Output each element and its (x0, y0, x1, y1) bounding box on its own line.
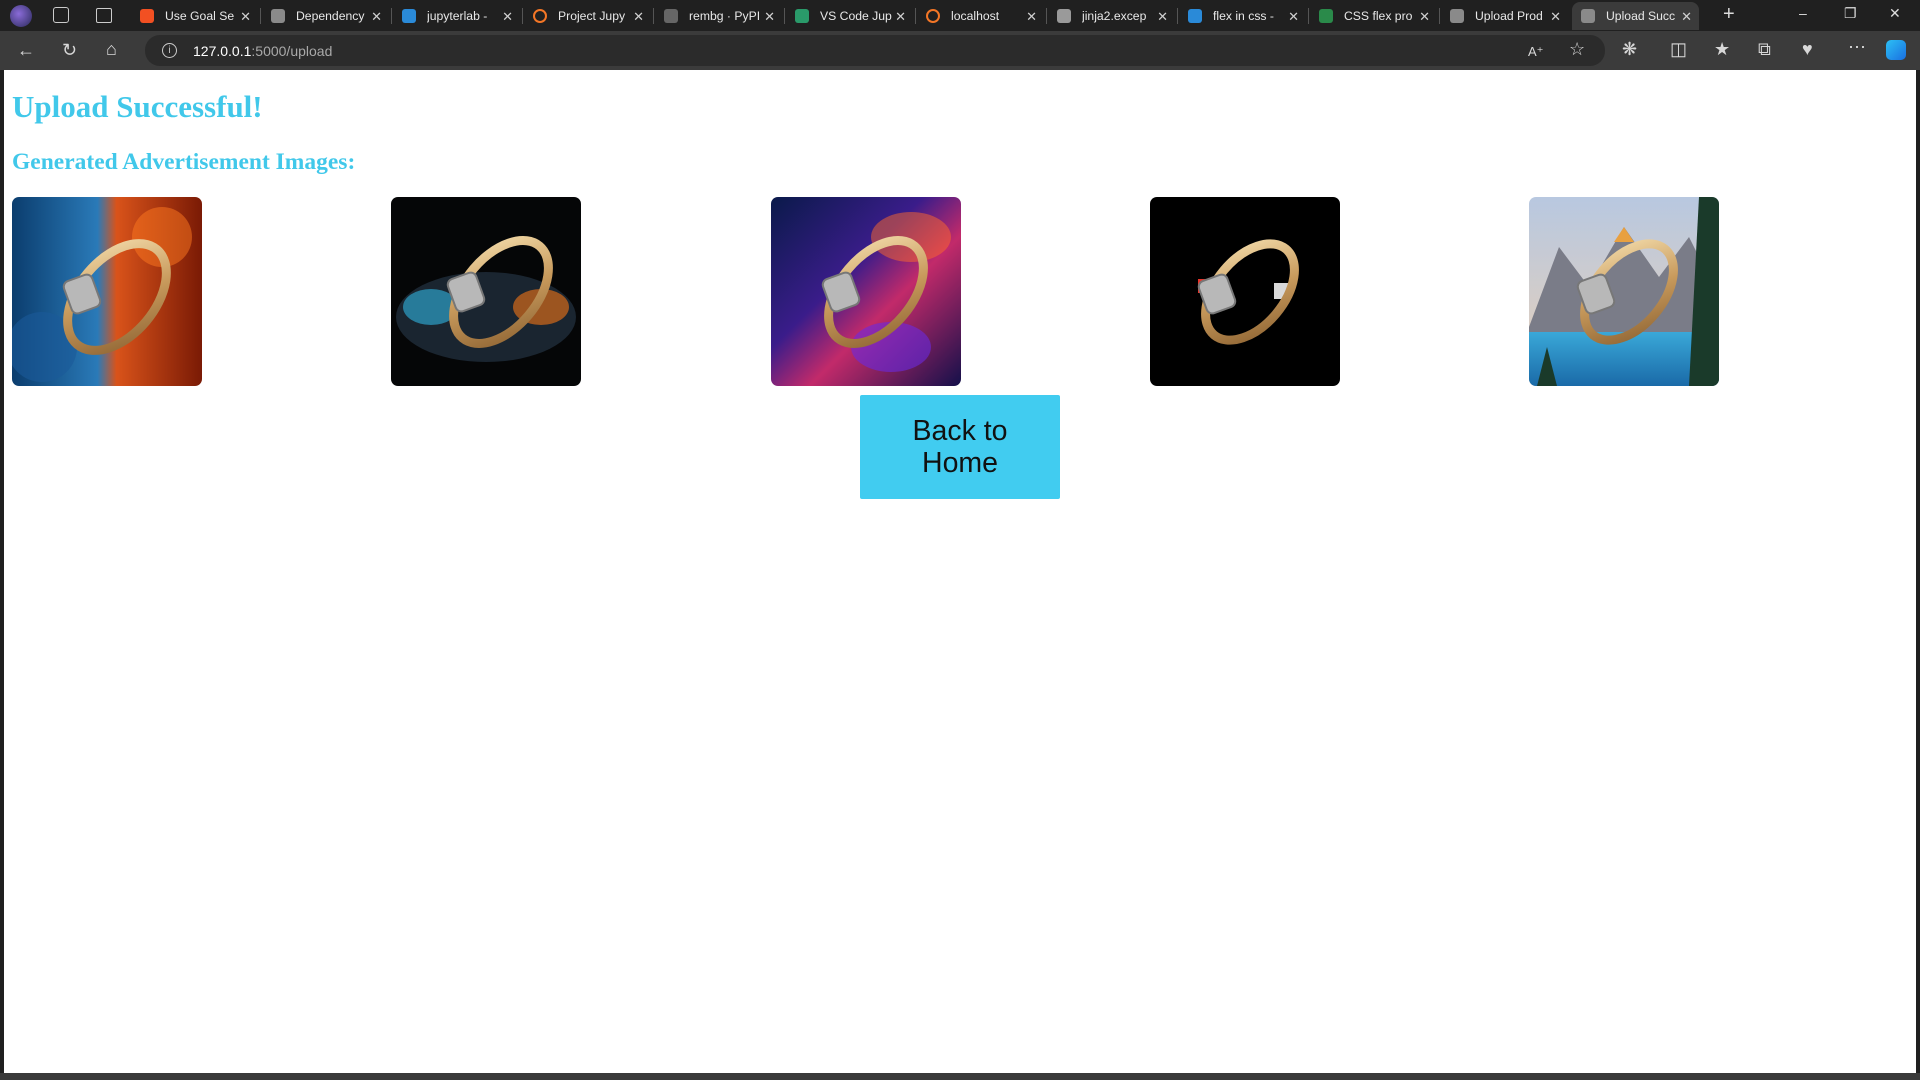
tab-title: Upload Prod (1475, 9, 1543, 23)
terminal-icon (1057, 9, 1071, 23)
microsoft-icon (140, 9, 154, 23)
close-tab-icon[interactable]: ✕ (1288, 9, 1299, 25)
collections-icon[interactable]: ⧉ (1758, 40, 1771, 58)
browser-tab-4[interactable]: Project Jupy ✕ (524, 2, 651, 30)
tab-separator (653, 8, 654, 24)
home-icon[interactable]: ⌂ (106, 40, 117, 58)
workspaces-icon[interactable] (53, 7, 69, 23)
profile-avatar[interactable] (10, 5, 32, 27)
tab-title: Upload Succ (1606, 9, 1676, 23)
close-tab-icon[interactable]: ✕ (371, 9, 382, 25)
close-tab-icon[interactable]: ✕ (1157, 9, 1168, 25)
tab-separator (391, 8, 392, 24)
vscode-icon (795, 9, 809, 23)
tab-title: localhost (951, 9, 1000, 23)
ad-image-3 (771, 197, 961, 386)
browser-tab-5[interactable]: rembg · PyPI ✕ (655, 2, 782, 30)
tab-separator (1308, 8, 1309, 24)
ad-image-5 (1529, 197, 1719, 386)
tab-title: flex in css - (1213, 9, 1274, 23)
tab-separator (522, 8, 523, 24)
browser-tab-10[interactable]: CSS flex pro ✕ (1310, 2, 1437, 30)
browser-tab-1[interactable]: Use Goal Se ✕ (131, 2, 258, 30)
extensions-icon[interactable]: ❋ (1622, 40, 1637, 58)
close-tab-icon[interactable]: ✕ (1550, 9, 1561, 25)
tab-separator (915, 8, 916, 24)
close-window-icon[interactable]: ✕ (1889, 5, 1901, 22)
close-tab-icon[interactable]: ✕ (895, 9, 906, 25)
browser-essentials-icon[interactable]: ♥ (1802, 40, 1813, 58)
jupyter-icon (926, 9, 940, 23)
page-viewport: Upload Successful! Generated Advertiseme… (4, 70, 1916, 1073)
browser-tab-7[interactable]: localhost ✕ (917, 2, 1044, 30)
bing-icon (402, 9, 416, 23)
close-tab-icon[interactable]: ✕ (502, 9, 513, 25)
minimize-icon[interactable]: – (1799, 5, 1807, 21)
browser-tab-9[interactable]: flex in css - ✕ (1179, 2, 1306, 30)
window-bottom-edge (0, 1073, 1920, 1080)
read-aloud-icon[interactable]: A⁺ (1528, 43, 1544, 61)
tab-separator (1439, 8, 1440, 24)
ad-image-4 (1150, 197, 1340, 386)
browser-tab-11[interactable]: Upload Prod ✕ (1441, 2, 1568, 30)
w3schools-icon (1319, 9, 1333, 23)
page-title: Upload Successful! (12, 89, 263, 124)
browser-tab-bar: Use Goal Se ✕ Dependency ✕ jupyterlab - ✕ Proj… (0, 0, 1920, 31)
tab-separator (260, 8, 261, 24)
close-tab-icon[interactable]: ✕ (1419, 9, 1430, 25)
ad-image-2 (391, 197, 581, 386)
favorite-star-icon[interactable]: ☆ (1569, 40, 1585, 58)
browser-tab-6[interactable]: VS Code Jup ✕ (786, 2, 913, 30)
close-tab-icon[interactable]: ✕ (1026, 9, 1037, 25)
images-subheading: Generated Advertisement Images: (12, 149, 356, 175)
page-icon (271, 9, 285, 23)
address-url[interactable]: 127.0.0.1:5000/upload (193, 43, 332, 59)
tab-title: jupyterlab - (427, 9, 488, 23)
copilot-icon[interactable] (1886, 40, 1906, 60)
tab-separator (1177, 8, 1178, 24)
close-tab-icon[interactable]: ✕ (764, 9, 775, 25)
bing-icon (1188, 9, 1202, 23)
tab-title: CSS flex pro (1344, 9, 1413, 23)
tab-title: Use Goal Se (165, 9, 235, 23)
page-icon (1581, 9, 1595, 23)
close-tab-icon[interactable]: ✕ (633, 9, 644, 25)
back-to-home-button[interactable]: Back to Home (860, 395, 1060, 499)
reload-icon[interactable]: ↻ (62, 41, 77, 59)
tab-title: rembg · PyPI (689, 9, 761, 23)
split-screen-icon[interactable]: ◫ (1670, 40, 1687, 58)
page-icon (1450, 9, 1464, 23)
site-info-icon[interactable]: i (162, 43, 177, 58)
close-tab-icon[interactable]: ✕ (240, 9, 251, 25)
new-tab-button[interactable]: + (1723, 3, 1735, 26)
pypi-icon (664, 9, 678, 23)
restore-icon[interactable]: ❐ (1844, 5, 1857, 22)
tab-title: Dependency (296, 9, 365, 23)
tab-separator (1046, 8, 1047, 24)
browser-tab-8[interactable]: jinja2.excep ✕ (1048, 2, 1175, 30)
tab-title: Project Jupy (558, 9, 626, 23)
favorites-icon[interactable]: ★ (1714, 40, 1730, 58)
browser-tab-3[interactable]: jupyterlab - ✕ (393, 2, 520, 30)
ad-image-1 (12, 197, 202, 386)
browser-tab-2[interactable]: Dependency ✕ (262, 2, 389, 30)
back-arrow-icon[interactable]: ← (17, 41, 35, 59)
address-bar[interactable] (145, 35, 1605, 66)
close-tab-icon[interactable]: ✕ (1681, 9, 1692, 25)
tab-title: jinja2.excep (1082, 9, 1147, 23)
jupyter-icon (533, 9, 547, 23)
tab-title: VS Code Jup (820, 9, 892, 23)
more-menu-icon[interactable]: ⋯ (1848, 38, 1866, 56)
tab-actions-icon[interactable] (96, 8, 112, 23)
tab-separator (784, 8, 785, 24)
browser-tab-12[interactable]: Upload Succ ✕ (1572, 2, 1699, 30)
